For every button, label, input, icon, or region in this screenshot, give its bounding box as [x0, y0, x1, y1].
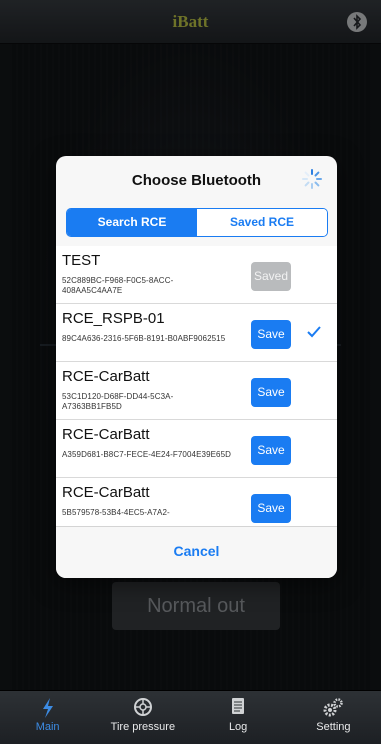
lightning-icon	[0, 697, 95, 721]
device-row[interactable]: TEST 52C889BC-F968-F0C5-8ACC-408AA5C4AA7…	[56, 246, 337, 304]
device-uuid: 52C889BC-F968-F0C5-8ACC-408AA5C4AA7E	[62, 276, 174, 295]
tab-setting[interactable]: Setting	[286, 691, 381, 744]
tab-main[interactable]: Main	[0, 691, 95, 744]
bottom-tab-bar: Main Tire pressure Log Setting	[0, 690, 381, 744]
device-name: RCE-CarBatt	[62, 484, 150, 501]
tab-search-rce[interactable]: Search RCE	[67, 209, 197, 236]
save-button[interactable]: Save	[251, 494, 291, 523]
saved-button: Saved	[251, 262, 291, 291]
document-icon	[191, 697, 286, 721]
tab-log[interactable]: Log	[191, 691, 286, 744]
save-button[interactable]: Save	[251, 378, 291, 407]
tab-tire-pressure[interactable]: Tire pressure	[95, 691, 190, 744]
loading-spinner-icon	[302, 169, 322, 189]
device-list[interactable]: TEST 52C889BC-F968-F0C5-8ACC-408AA5C4AA7…	[56, 246, 337, 526]
device-row[interactable]: RCE-CarBatt 53C1D120-D68F-DD44-5C3A-A736…	[56, 362, 337, 420]
tab-label: Main	[35, 721, 60, 733]
tab-label: Tire pressure	[110, 721, 176, 733]
device-row[interactable]: RCE_RSPB-01 89C4A636-2316-5F6B-8191-B0AB…	[56, 304, 337, 362]
device-row[interactable]: RCE-CarBatt 5B579578-53B4-4EC5-A7A2- Sav…	[56, 478, 337, 526]
cancel-button[interactable]: Cancel	[56, 526, 337, 578]
save-button[interactable]: Save	[251, 320, 291, 349]
device-uuid: 89C4A636-2316-5F6B-8191-B0ABF9062515	[62, 334, 226, 343]
device-name: RCE_RSPB-01	[62, 310, 165, 327]
device-uuid: A359D681-B8C7-FECE-4E24-F7004E39E65D	[62, 450, 232, 459]
checkmark-icon	[307, 326, 321, 338]
rce-segmented-control: Search RCE Saved RCE	[66, 208, 328, 237]
device-name: RCE-CarBatt	[62, 368, 150, 385]
device-uuid: 5B579578-53B4-4EC5-A7A2-	[62, 508, 170, 517]
choose-bluetooth-dialog: Choose Bluetooth Search RCE Saved RCE TE…	[56, 156, 337, 578]
dialog-header: Choose Bluetooth	[56, 156, 337, 206]
tab-saved-rce[interactable]: Saved RCE	[197, 209, 327, 236]
gears-icon	[286, 697, 381, 721]
device-name: TEST	[62, 252, 101, 269]
device-uuid: 53C1D120-D68F-DD44-5C3A-A7363BB1FB5D	[62, 392, 174, 411]
save-button[interactable]: Save	[251, 436, 291, 465]
dialog-title: Choose Bluetooth	[131, 172, 262, 189]
tab-label: Log	[228, 721, 248, 733]
device-name: RCE-CarBatt	[62, 426, 150, 443]
tire-icon	[95, 697, 190, 721]
device-row[interactable]: RCE-CarBatt A359D681-B8C7-FECE-4E24-F700…	[56, 420, 337, 478]
tab-label: Setting	[316, 721, 351, 733]
